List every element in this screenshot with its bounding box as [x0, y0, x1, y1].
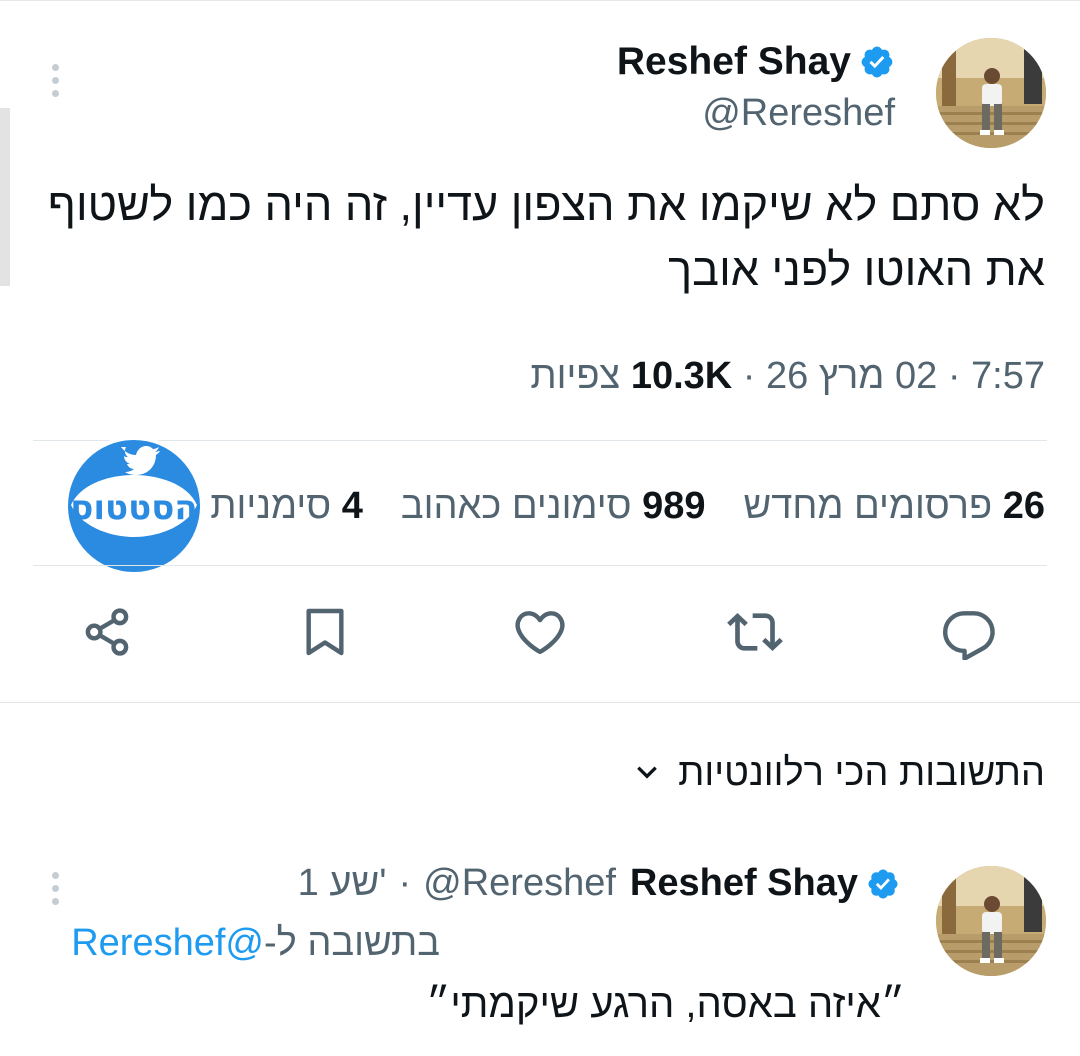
- more-vertical-icon[interactable]: [50, 872, 60, 905]
- reply-author-name[interactable]: Reshef Shay: [630, 862, 858, 905]
- reply-icon[interactable]: [941, 604, 997, 661]
- likes-label: סימונים כאהוב: [400, 484, 632, 527]
- bookmark-icon[interactable]: [297, 604, 353, 660]
- action-bar: [0, 596, 1080, 672]
- heart-icon[interactable]: [512, 604, 568, 660]
- repost-icon[interactable]: [727, 604, 783, 660]
- watermark-text: הסטטוס: [70, 488, 197, 528]
- views-label: צפיות: [530, 355, 621, 397]
- author-display-name[interactable]: Reshef Shay: [617, 40, 851, 84]
- reply-author-avatar[interactable]: [936, 866, 1046, 976]
- reposts-label: פרסומים מחדש: [743, 484, 993, 527]
- author-name-row[interactable]: Reshef Shay: [617, 40, 895, 84]
- tweet-meta: 7:57 · 02 מרץ 26 · 10.3K צפיות: [530, 355, 1045, 398]
- meta-separator: ·: [742, 355, 756, 397]
- reply-handle[interactable]: @Rereshef: [423, 862, 616, 905]
- reposts-stat[interactable]: 26 פרסומים מחדש: [744, 485, 1045, 528]
- stats-bottom-divider: [33, 565, 1047, 566]
- reply-time[interactable]: 1 שע': [298, 862, 387, 905]
- engagement-stats: 26 פרסומים מחדש 989 סימונים כאהוב 4 סימנ…: [172, 478, 1045, 534]
- replying-to-prefix: בתשובה ל-: [264, 922, 440, 964]
- tweet-time[interactable]: 7:57: [971, 355, 1045, 397]
- top-divider: [0, 0, 1080, 1]
- tweet-date[interactable]: 02 מרץ 26: [766, 355, 937, 397]
- replying-to-handle[interactable]: @Rereshef: [71, 922, 264, 964]
- verified-badge-icon[interactable]: [859, 44, 895, 80]
- views-count: 10.3K: [630, 355, 733, 397]
- author-avatar[interactable]: [936, 38, 1046, 148]
- more-vertical-icon[interactable]: [50, 64, 60, 97]
- chevron-down-icon: [634, 752, 660, 795]
- bookmarks-label: סימניות: [210, 484, 332, 527]
- reply-separator: ·: [398, 862, 412, 904]
- bookmarks-count: 4: [341, 484, 363, 527]
- replies-sort-label: התשובות הכי רלוונטיות: [678, 752, 1045, 794]
- reposts-count: 26: [1002, 484, 1045, 527]
- replying-to: בתשובה ל-@Rereshef: [71, 922, 440, 965]
- author-handle[interactable]: @Rereshef: [702, 92, 895, 135]
- likes-stat[interactable]: 989 סימונים כאהוב: [401, 485, 706, 528]
- bookmarks-stat[interactable]: 4 סימניות: [210, 485, 363, 528]
- verified-badge-icon[interactable]: [866, 867, 900, 901]
- likes-count: 989: [642, 484, 706, 527]
- tweet-detail-page: Reshef Shay @Rereshef לא סתם לא שיקמו את…: [0, 0, 1080, 1056]
- replies-divider: [0, 702, 1080, 703]
- watermark-logo: הסטטוס: [63, 435, 205, 577]
- scroll-indicator[interactable]: [0, 108, 10, 286]
- reply-text: ״איזה באסה, הרגע שיקמתי״: [426, 982, 905, 1026]
- reply-header: 1 שע' · @Rereshef Reshef Shay: [298, 862, 900, 905]
- share-icon[interactable]: [79, 604, 135, 660]
- tweet-text: לא סתם לא שיקמו את הצפון עדיין, זה היה כ…: [47, 179, 1045, 295]
- meta-separator: ·: [947, 355, 961, 397]
- replies-sort-dropdown[interactable]: התשובות הכי רלוונטיות: [634, 752, 1045, 795]
